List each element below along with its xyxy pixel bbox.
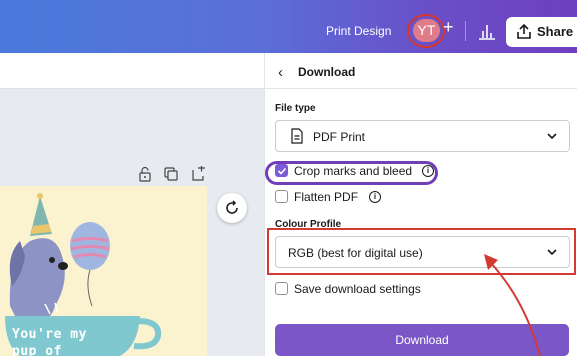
add-collaborator-button[interactable]: +	[443, 17, 454, 38]
panel-title: Download	[298, 65, 356, 79]
flatten-pdf-label: Flatten PDF	[294, 190, 359, 204]
save-settings-checkbox[interactable]	[275, 282, 288, 295]
editor-toolbar-strip	[0, 53, 265, 89]
file-type-label: File type	[275, 103, 316, 114]
file-type-select[interactable]: PDF Print	[275, 120, 570, 152]
top-bar: Print Design YT + Share	[0, 0, 577, 53]
card-text-line: You're my	[12, 327, 87, 342]
divider	[465, 21, 466, 41]
duplicate-icon[interactable]	[163, 166, 179, 182]
share-upload-icon	[517, 23, 531, 39]
panel-header: ‹ Download	[265, 53, 577, 89]
share-label: Share	[537, 24, 574, 39]
flatten-pdf-option[interactable]: Flatten PDF i	[275, 188, 475, 206]
info-icon[interactable]: i	[369, 191, 381, 203]
avatar-highlight-circle	[407, 14, 445, 48]
chevron-down-icon	[547, 133, 557, 140]
add-page-icon[interactable]	[191, 166, 207, 182]
lock-icon[interactable]	[137, 166, 153, 182]
design-name[interactable]: Print Design	[326, 24, 391, 38]
card-text: You're my pup of	[12, 326, 87, 356]
refresh-button[interactable]	[217, 193, 247, 223]
save-settings-label: Save download settings	[294, 282, 421, 296]
design-card-preview[interactable]: You're my pup of	[0, 186, 207, 356]
flatten-pdf-checkbox[interactable]	[275, 190, 288, 203]
share-button[interactable]: Share	[506, 17, 577, 47]
document-icon	[291, 128, 303, 144]
refresh-icon	[226, 200, 238, 214]
crop-marks-highlight	[265, 161, 438, 185]
insights-chart-icon[interactable]	[478, 22, 496, 40]
annotation-arrow	[484, 254, 541, 356]
chevron-left-icon[interactable]: ‹	[278, 64, 283, 81]
file-type-value: PDF Print	[313, 130, 366, 144]
card-text-line: pup of	[12, 344, 62, 356]
save-settings-option[interactable]: Save download settings	[275, 280, 475, 298]
